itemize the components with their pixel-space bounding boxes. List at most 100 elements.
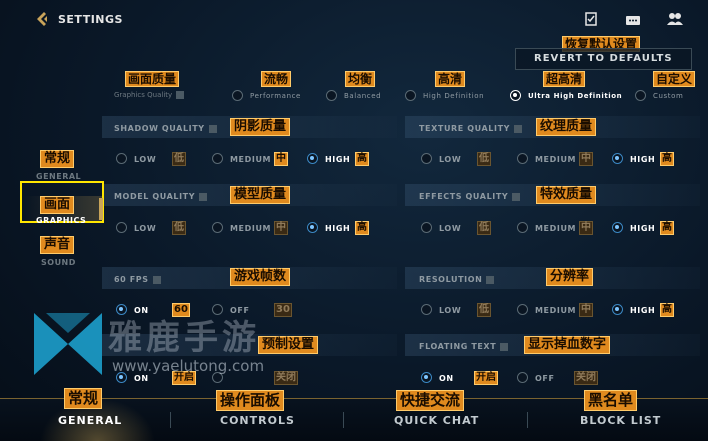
chat-icon[interactable] — [625, 12, 641, 25]
custom-label: Custom — [653, 92, 684, 100]
floating-on-zh: 开启 — [474, 371, 498, 385]
sidebar-general-zh: 常规 — [40, 150, 75, 168]
texture-low-label: LOW — [439, 155, 462, 164]
model-quality-zh: 模型质量 — [230, 186, 291, 204]
shadow-high-label: HIGH — [325, 155, 351, 164]
revert-defaults-label: REVERT TO DEFAULTS — [534, 53, 673, 64]
ultra-hd-zh: 超高清 — [543, 71, 586, 87]
performance-radio[interactable] — [232, 90, 243, 101]
effects-low-zh: 低 — [477, 221, 491, 235]
effects-quality-zh: 特效质量 — [536, 186, 597, 204]
sidebar-item-graphics[interactable]: 画面 GRAPHICS — [20, 181, 104, 225]
tab-general[interactable]: 常规 GENERAL — [40, 384, 155, 441]
tab-quick-chat[interactable]: 快捷交流 QUICK CHAT — [380, 384, 500, 441]
texture-low-radio[interactable] — [421, 153, 432, 164]
graphics-quality-label: Graphics Quality — [114, 91, 185, 99]
floating-on-radio[interactable] — [421, 372, 432, 383]
shadow-low-label: LOW — [134, 155, 157, 164]
model-high-label: HIGH — [325, 224, 351, 233]
sidebar-sound-zh: 声音 — [40, 236, 75, 254]
model-medium-zh: 中 — [274, 221, 288, 235]
custom-zh: 自定义 — [653, 71, 696, 87]
floating-off-radio[interactable] — [517, 372, 528, 383]
performance-label: Performance — [250, 92, 301, 100]
tab-block-list-zh: 黑名单 — [584, 390, 638, 411]
resolution-high-radio[interactable] — [612, 304, 623, 315]
tab-quick-chat-label: QUICK CHAT — [394, 414, 480, 427]
effects-high-label: HIGH — [630, 224, 656, 233]
texture-high-label: HIGH — [630, 155, 656, 164]
effects-medium-zh: 中 — [579, 221, 593, 235]
resolution-low-radio[interactable] — [421, 304, 432, 315]
revert-defaults-button[interactable]: REVERT TO DEFAULTS — [515, 48, 692, 70]
fps-off-zh: 30 — [274, 303, 292, 317]
tab-controls-label: CONTROLS — [220, 414, 295, 427]
sidebar-item-general[interactable]: 常规 GENERAL — [30, 150, 90, 184]
sidebar-graphics-label: GRAPHICS — [36, 216, 87, 225]
shadow-high-radio[interactable] — [307, 153, 318, 164]
preset-off-zh: 关闭 — [274, 371, 298, 385]
graphics-quality-zh: 画面质量 — [125, 71, 180, 87]
floating-off-label: OFF — [535, 374, 555, 383]
tab-controls-zh: 操作面板 — [216, 390, 285, 411]
sidebar-sound-label: SOUND — [41, 258, 76, 267]
shadow-high-zh: 高 — [355, 152, 369, 166]
custom-radio[interactable] — [635, 90, 646, 101]
model-low-label: LOW — [134, 224, 157, 233]
info-icon — [512, 192, 521, 201]
resolution-zh: 分辨率 — [546, 268, 594, 286]
ultra-hd-radio[interactable] — [510, 90, 521, 101]
friends-icon[interactable] — [666, 11, 684, 25]
balanced-label: Balanced — [344, 92, 382, 100]
resolution-medium-label: MEDIUM — [535, 306, 577, 315]
texture-quality-label: TEXTURE QUALITY — [419, 124, 523, 133]
model-medium-radio[interactable] — [212, 222, 223, 233]
model-low-zh: 低 — [172, 221, 186, 235]
fps-zh: 游戏帧数 — [230, 268, 291, 286]
fps-label: 60 FPS — [114, 275, 161, 284]
effects-high-zh: 高 — [660, 221, 674, 235]
resolution-medium-radio[interactable] — [517, 304, 528, 315]
sidebar-general-label: GENERAL — [36, 172, 82, 181]
page-title: SETTINGS — [58, 13, 123, 26]
model-high-radio[interactable] — [307, 222, 318, 233]
effects-quality-label: EFFECTS QUALITY — [419, 192, 521, 201]
resolution-low-zh: 低 — [477, 303, 491, 317]
balanced-radio[interactable] — [326, 90, 337, 101]
resolution-low-label: LOW — [439, 306, 462, 315]
info-icon — [514, 124, 523, 133]
tab-controls[interactable]: 操作面板 CONTROLS — [200, 384, 320, 441]
back-arrow-icon[interactable] — [33, 10, 51, 28]
high-definition-radio[interactable] — [405, 90, 416, 101]
tab-divider — [527, 412, 528, 428]
sidebar-active-marker — [99, 198, 103, 220]
checklist-icon[interactable] — [584, 11, 598, 26]
shadow-low-radio[interactable] — [116, 153, 127, 164]
shadow-quality-zh: 阴影质量 — [230, 118, 291, 136]
sidebar-item-sound[interactable]: 声音 SOUND — [30, 236, 90, 270]
high-definition-zh: 高清 — [435, 71, 466, 87]
performance-zh: 流畅 — [261, 71, 292, 87]
tab-quick-chat-zh: 快捷交流 — [396, 390, 465, 411]
shadow-quality-label: SHADOW QUALITY — [114, 124, 217, 133]
effects-medium-radio[interactable] — [517, 222, 528, 233]
effects-low-label: LOW — [439, 224, 462, 233]
resolution-medium-zh: 中 — [579, 303, 593, 317]
model-low-radio[interactable] — [116, 222, 127, 233]
texture-medium-radio[interactable] — [517, 153, 528, 164]
floating-text-label: FLOATING TEXT — [419, 342, 509, 351]
tab-divider — [170, 412, 171, 428]
resolution-label: RESOLUTION — [419, 275, 495, 284]
floating-text-zh: 显示掉血数字 — [524, 336, 611, 354]
info-icon — [152, 275, 161, 284]
shadow-low-zh: 低 — [172, 152, 186, 166]
info-icon — [176, 91, 185, 99]
effects-low-radio[interactable] — [421, 222, 432, 233]
settings-screen: SETTINGS 恢复默认设置 REVERT TO DEFAULTS 画面质量 … — [0, 0, 708, 441]
effects-high-radio[interactable] — [612, 222, 623, 233]
shadow-medium-radio[interactable] — [212, 153, 223, 164]
tab-block-list[interactable]: 黑名单 BLOCK LIST — [560, 384, 680, 441]
preset-zh: 预制设置 — [258, 336, 319, 354]
model-medium-label: MEDIUM — [230, 224, 272, 233]
texture-high-radio[interactable] — [612, 153, 623, 164]
